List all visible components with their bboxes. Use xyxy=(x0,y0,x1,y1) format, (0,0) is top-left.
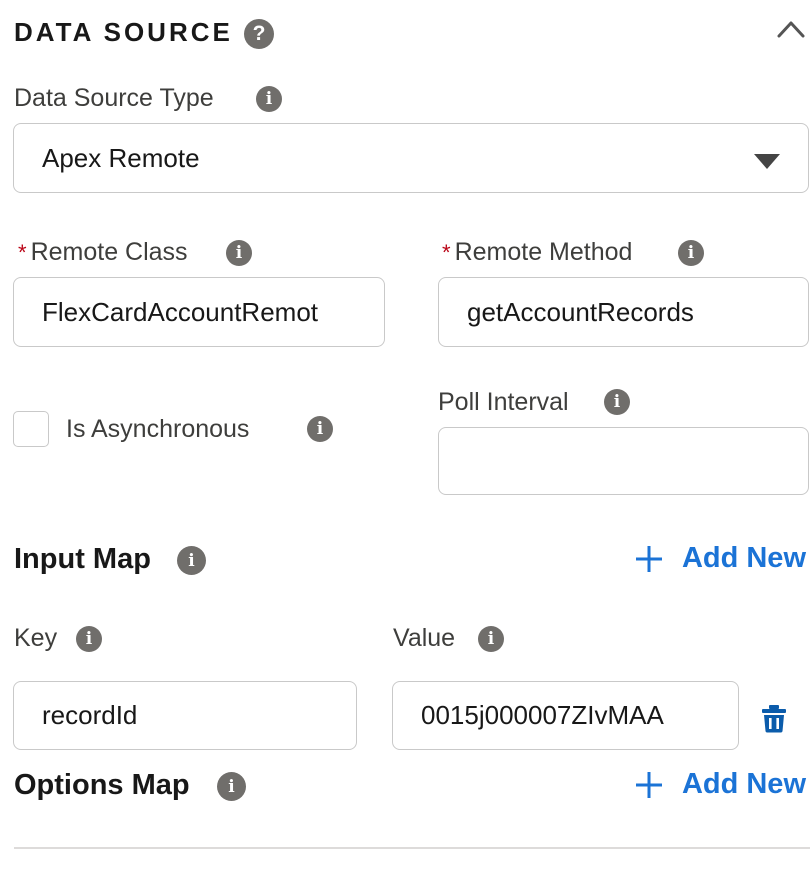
options-map-add-new-button[interactable]: Add New xyxy=(634,768,806,801)
info-icon[interactable]: i xyxy=(478,626,504,652)
key-label: Key xyxy=(14,624,58,652)
trash-icon[interactable] xyxy=(761,704,787,733)
add-new-label: Add New xyxy=(681,542,806,574)
required-marker: * xyxy=(442,240,451,265)
remote-class-label-text: Remote Class xyxy=(30,238,188,266)
remote-class-input[interactable]: FlexCardAccountRemot xyxy=(13,277,385,347)
value-value: 0015j000007ZIvMAA xyxy=(421,700,664,730)
input-map-add-new-button[interactable]: Add New xyxy=(634,542,806,575)
chevron-up-icon[interactable] xyxy=(776,16,806,40)
remote-method-label-text: Remote Method xyxy=(454,238,633,266)
key-value: recordId xyxy=(42,700,138,730)
plus-icon xyxy=(635,545,662,572)
info-icon[interactable]: i xyxy=(217,772,246,801)
data-source-type-select[interactable]: Apex Remote xyxy=(13,123,809,193)
poll-interval-label: Poll Interval xyxy=(438,388,569,416)
plus-icon xyxy=(635,771,662,798)
data-source-panel: DATA SOURCE ? Data Source Type i Apex Re… xyxy=(0,0,810,894)
required-marker: * xyxy=(18,240,27,265)
is-asynchronous-checkbox[interactable] xyxy=(13,411,49,447)
info-icon[interactable]: i xyxy=(226,240,252,266)
remote-method-input[interactable]: getAccountRecords xyxy=(438,277,809,347)
input-map-value-input[interactable]: 0015j000007ZIvMAA xyxy=(392,681,739,750)
info-icon[interactable]: i xyxy=(256,86,282,112)
data-source-type-value: Apex Remote xyxy=(42,142,200,173)
is-asynchronous-label: Is Asynchronous xyxy=(66,415,250,443)
remote-method-value: getAccountRecords xyxy=(467,296,694,327)
data-source-type-label: Data Source Type xyxy=(14,84,214,112)
remote-class-value: FlexCardAccountRemot xyxy=(42,296,318,327)
info-icon[interactable]: i xyxy=(177,546,206,575)
options-map-heading: Options Map xyxy=(14,769,190,801)
divider xyxy=(14,847,810,849)
info-icon[interactable]: i xyxy=(307,416,333,442)
input-map-heading: Input Map xyxy=(14,543,151,575)
question-icon[interactable]: ? xyxy=(244,19,274,49)
value-label: Value xyxy=(393,624,456,652)
remote-class-label: * Remote Class xyxy=(18,237,188,268)
remote-method-label: * Remote Method xyxy=(442,237,632,268)
info-icon[interactable]: i xyxy=(604,389,630,415)
add-new-label: Add New xyxy=(681,768,806,800)
info-icon[interactable]: i xyxy=(678,240,704,266)
input-map-key-input[interactable]: recordId xyxy=(13,681,357,750)
info-icon[interactable]: i xyxy=(76,626,102,652)
caret-down-icon xyxy=(754,154,780,169)
section-title: DATA SOURCE xyxy=(14,17,233,47)
poll-interval-input[interactable] xyxy=(438,427,809,495)
